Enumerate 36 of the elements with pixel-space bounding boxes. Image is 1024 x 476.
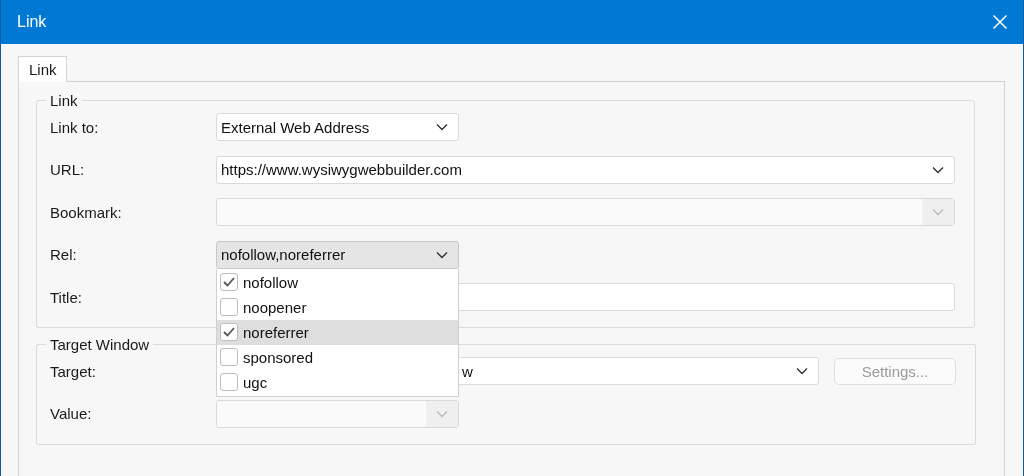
field-label: Target: [50, 362, 97, 380]
chevron-icon [436, 250, 448, 259]
field-label: Value: [50, 405, 93, 422]
checkbox[interactable] [220, 273, 238, 291]
check-icon [223, 277, 235, 287]
group-title: Target Window [49, 336, 151, 353]
field-label: URL: [50, 161, 86, 178]
close-icon [992, 14, 1008, 30]
list-item[interactable]: noreferrer [217, 319, 458, 345]
field-label: Link to: [50, 118, 100, 136]
dropdown[interactable]: nofollow,noreferrer [216, 240, 459, 269]
option-label: noopener [243, 298, 307, 316]
dropdown[interactable]: External Web Address [216, 113, 459, 141]
checkbox[interactable] [220, 298, 238, 316]
chevron-icon [932, 165, 944, 174]
field-value: External Web Address [221, 118, 370, 136]
field-label: Bookmark: [50, 203, 123, 221]
check-icon [223, 327, 235, 337]
field-value: nofollow,noreferrer [221, 246, 346, 263]
chevron-icon [932, 208, 944, 216]
chevron-icon [436, 123, 448, 131]
checkbox[interactable] [220, 323, 238, 341]
chevron-icon [436, 409, 448, 418]
option-label: nofollow [243, 273, 299, 291]
field-label: Rel: [50, 246, 78, 263]
chevron-icon [796, 367, 808, 375]
checkbox[interactable] [220, 373, 238, 391]
tab[interactable]: Link [18, 56, 67, 82]
combo-box[interactable]: https://www.wysiwygwebbuilder.com [216, 155, 955, 184]
field-value: w [462, 362, 473, 380]
option-label: noreferrer [243, 323, 309, 341]
field-label: Title: [50, 288, 83, 306]
group-title: Link [49, 92, 79, 109]
window-title: Link [17, 13, 47, 31]
checkbox[interactable] [220, 348, 238, 366]
field-value: https://www.wysiwygwebbuilder.com [221, 161, 462, 178]
